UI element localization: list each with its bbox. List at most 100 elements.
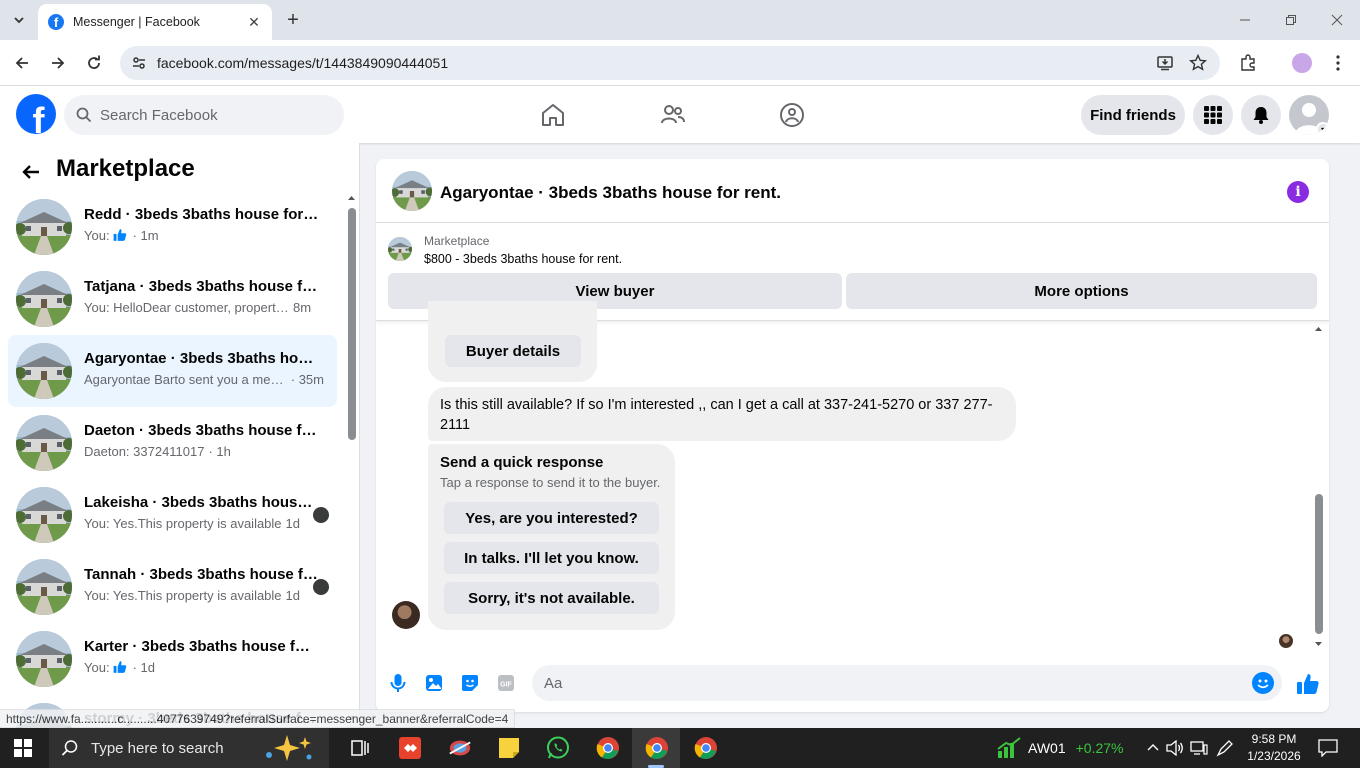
notifications-button[interactable]: [1241, 95, 1281, 135]
chrome-profile-1-icon[interactable]: [596, 736, 620, 760]
emoji-icon[interactable]: [1252, 672, 1274, 694]
volume-icon[interactable]: [1163, 736, 1187, 760]
more-options-button[interactable]: More options: [846, 273, 1317, 309]
read-receipt-avatar: [313, 579, 329, 595]
install-app-button[interactable]: [1150, 48, 1180, 78]
notification-center-icon[interactable]: [1316, 736, 1340, 760]
taskbar-search-box[interactable]: Type here to search: [49, 728, 329, 768]
restore-button[interactable]: [1268, 0, 1314, 40]
chrome-profile-3-icon[interactable]: [694, 736, 718, 760]
conversation-item[interactable]: Agaryontae · 3beds 3baths house for rent…: [8, 335, 337, 407]
stock-widget[interactable]: AW01 +0.27%: [996, 728, 1123, 768]
buyer-details-button[interactable]: Buyer details: [445, 335, 581, 367]
app-icon-shield[interactable]: [448, 736, 472, 760]
message-bubble: Is this still available? If so I'm inter…: [428, 387, 1016, 441]
browser-menu-button[interactable]: [1323, 48, 1353, 78]
chevron-down-icon: ▾: [1316, 122, 1329, 135]
browser-tabstrip: f Messenger | Facebook ✕ +: [0, 0, 1360, 40]
taskbar-clock[interactable]: 9:58 PM 1/23/2026: [1240, 731, 1308, 765]
attach-photo-button[interactable]: [422, 671, 446, 695]
star-icon: [1189, 54, 1207, 71]
forward-button[interactable]: [43, 48, 73, 78]
like-icon: [113, 228, 127, 245]
sticker-button[interactable]: [458, 671, 482, 695]
read-receipt-avatar: [1279, 634, 1293, 648]
stock-chart-icon: [997, 737, 1021, 758]
conversation-name: Daeton · 3beds 3baths house for rent.: [84, 422, 319, 439]
facebook-header: f Search Facebook Find friends ▾: [0, 86, 1360, 143]
conversation-item[interactable]: Daeton · 3beds 3baths house for rent. Dae…: [8, 407, 337, 479]
home-icon: [542, 104, 564, 126]
listing-thumbnail: [16, 271, 72, 327]
pen-workspace-icon[interactable]: [1213, 736, 1237, 760]
list-scrollbar[interactable]: [347, 193, 356, 723]
back-button[interactable]: [7, 48, 37, 78]
search-highlight-sparkle-icon: [266, 735, 312, 761]
listing-price-title[interactable]: $800 - 3beds 3baths house for rent.: [424, 252, 622, 266]
conversation-name: Tannah · 3beds 3baths house for rent.: [84, 566, 319, 583]
listing-thumbnail: [16, 199, 72, 255]
windows-start-icon[interactable]: [14, 739, 32, 757]
quick-response-subtitle: Tap a response to send it to the buyer.: [440, 475, 661, 490]
listing-category: Marketplace: [424, 234, 490, 248]
account-avatar[interactable]: ▾: [1289, 95, 1329, 135]
svg-text:GIF: GIF: [500, 682, 512, 689]
kebab-menu-icon: [1336, 55, 1340, 71]
site-info-icon[interactable]: [124, 48, 154, 78]
chat-title[interactable]: Agaryontae · 3beds 3baths house for rent…: [440, 183, 781, 203]
extensions-button[interactable]: [1233, 48, 1263, 78]
network-icon[interactable]: [1187, 736, 1211, 760]
quick-response-yes-button[interactable]: Yes, are you interested?: [444, 502, 659, 534]
show-hidden-icons-chevron[interactable]: [1141, 736, 1165, 760]
scrollbar-thumb[interactable]: [348, 208, 356, 440]
chat-listing-thumbnail[interactable]: [392, 171, 432, 211]
bell-icon: [1253, 107, 1269, 124]
conversation-item[interactable]: Karter · 3beds 3baths house for rent. You…: [8, 623, 337, 695]
info-icon[interactable]: i: [1287, 181, 1309, 203]
conversation-item[interactable]: Redd · 3beds 3baths house for rent. You: ·…: [8, 191, 337, 263]
task-view-icon[interactable]: [348, 736, 372, 760]
bookmark-button[interactable]: [1183, 48, 1213, 78]
facebook-logo[interactable]: f: [16, 94, 56, 134]
profile-button[interactable]: [1287, 48, 1317, 78]
chat-scrollbar[interactable]: [1314, 324, 1323, 649]
url-text: facebook.com/messages/t/1443849090444051: [157, 55, 449, 71]
tab-search-button[interactable]: [6, 8, 32, 32]
conversation-item[interactable]: Tannah · 3beds 3baths house for rent. You…: [8, 551, 337, 623]
sticky-notes-icon[interactable]: [497, 736, 521, 760]
stock-ticker: AW01: [1028, 740, 1066, 756]
friends-nav-button[interactable]: [656, 98, 690, 132]
find-friends-button[interactable]: Find friends: [1081, 95, 1185, 135]
quick-response-not-available-button[interactable]: Sorry, it's not available.: [444, 582, 659, 614]
message-input[interactable]: Aa: [532, 665, 1282, 701]
voice-clip-button[interactable]: [386, 671, 410, 695]
back-arrow-button[interactable]: [16, 157, 46, 187]
reload-button[interactable]: [79, 48, 109, 78]
scrollbar-thumb[interactable]: [1315, 494, 1323, 634]
whatsapp-icon[interactable]: [546, 736, 570, 760]
arrow-left-icon: [22, 165, 39, 179]
groups-nav-button[interactable]: [775, 98, 809, 132]
quick-response-in-talks-button[interactable]: In talks. I'll let you know.: [444, 542, 659, 574]
close-window-button[interactable]: [1314, 0, 1360, 40]
chrome-profile-2-icon[interactable]: [645, 736, 669, 760]
send-like-button[interactable]: [1295, 671, 1321, 697]
snippet-prefix: You:: [84, 660, 110, 675]
tab-close-icon[interactable]: ✕: [246, 14, 262, 30]
address-bar[interactable]: facebook.com/messages/t/1443849090444051: [120, 46, 1220, 80]
minimize-icon: [1240, 19, 1250, 21]
gif-button[interactable]: GIF: [494, 671, 518, 695]
clock-time: 9:58 PM: [1251, 732, 1297, 746]
conversation-item[interactable]: Lakeisha · 3beds 3baths house for rent. Y…: [8, 479, 337, 551]
conversation-item[interactable]: Tatjana · 3beds 3baths house for rent. Yo…: [8, 263, 337, 335]
browser-tab-messenger[interactable]: f Messenger | Facebook ✕: [38, 4, 272, 40]
menu-button[interactable]: [1193, 95, 1233, 135]
facebook-search-input[interactable]: Search Facebook: [64, 95, 344, 135]
minimize-button[interactable]: [1222, 0, 1268, 40]
conversation-name: Tatjana · 3beds 3baths house for rent.: [84, 278, 319, 295]
conversation-time: · 1m: [132, 228, 159, 243]
anydesk-app-icon[interactable]: [398, 736, 422, 760]
home-nav-button[interactable]: [536, 98, 570, 132]
sender-avatar[interactable]: [392, 601, 420, 629]
new-tab-button[interactable]: +: [281, 8, 305, 32]
